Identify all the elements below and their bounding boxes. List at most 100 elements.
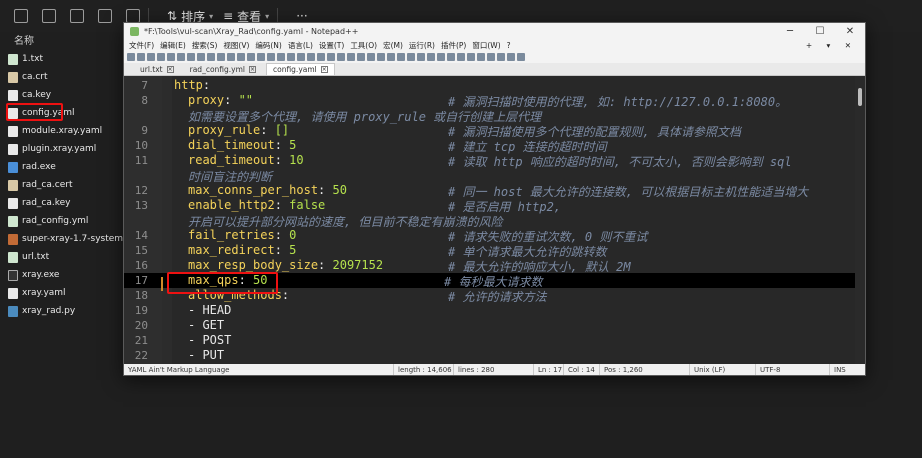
toolbar-button-icon[interactable]: [407, 53, 415, 61]
menu-item[interactable]: 宏(M): [383, 40, 403, 51]
toolbar-button-icon[interactable]: [447, 53, 455, 61]
code-line[interactable]: 15 max_redirect: 5 # 单个请求最大允许的跳转数: [124, 243, 855, 259]
file-item[interactable]: xray_rad.py: [0, 302, 130, 320]
toolbar-button-icon[interactable]: [427, 53, 435, 61]
toolbar-button-icon[interactable]: [437, 53, 445, 61]
more-button[interactable]: ···: [296, 9, 307, 23]
menu-item[interactable]: 搜索(S): [192, 40, 218, 51]
file-item[interactable]: rad_ca.key: [0, 194, 130, 212]
tab[interactable]: url.txt ×: [134, 64, 180, 75]
code-line[interactable]: 8 proxy: "" # 漏洞扫描时使用的代理, 如: http://127.0.…: [124, 93, 855, 109]
toolbar-button-icon[interactable]: [457, 53, 465, 61]
toolbar-button-icon[interactable]: [257, 53, 265, 61]
close-tab-icon[interactable]: ×: [320, 66, 328, 73]
close-button[interactable]: ✕: [835, 26, 865, 37]
menu-item[interactable]: 插件(P): [441, 40, 466, 51]
toolbar-button-icon[interactable]: [247, 53, 255, 61]
code-line[interactable]: 12 max_conns_per_host: 50 # 同一 host 最大允许的连…: [124, 183, 855, 199]
toolbar-button-icon[interactable]: [517, 53, 525, 61]
toolbar-button-icon[interactable]: [327, 53, 335, 61]
menu-item[interactable]: 窗口(W): [472, 40, 500, 51]
minimize-button[interactable]: ─: [775, 26, 805, 37]
scrollbar-thumb[interactable]: [858, 88, 862, 106]
toolbar-button-icon[interactable]: [137, 53, 145, 61]
menu-window-controls[interactable]: + ▾ ✕: [806, 41, 857, 50]
toolbar-button-icon[interactable]: [357, 53, 365, 61]
toolbar-button-icon[interactable]: [237, 53, 245, 61]
toolbar-button-icon[interactable]: [227, 53, 235, 61]
column-header-name[interactable]: 名称: [0, 32, 130, 47]
toolbar-button-icon[interactable]: [467, 53, 475, 61]
file-item[interactable]: ca.key: [0, 86, 130, 104]
toolbar-button-icon[interactable]: [157, 53, 165, 61]
toolbar-button-icon[interactable]: [297, 53, 305, 61]
menu-item[interactable]: ?: [507, 41, 511, 50]
code-line[interactable]: 16 max_resp_body_size: 2097152 # 最大允许的响应大小…: [124, 258, 855, 274]
toolbar-button-icon[interactable]: [377, 53, 385, 61]
file-item[interactable]: rad.exe: [0, 158, 130, 176]
toolbar-button-icon[interactable]: [277, 53, 285, 61]
menu-item[interactable]: 文件(F): [129, 40, 154, 51]
file-item[interactable]: rad_config.yml: [0, 212, 130, 230]
tab[interactable]: config.yaml ×: [265, 63, 335, 75]
code-line[interactable]: 10 dial_timeout: 5 # 建立 tcp 连接的超时时间: [124, 138, 855, 154]
toolbar-button-icon[interactable]: [217, 53, 225, 61]
toolbar-button-icon[interactable]: [487, 53, 495, 61]
code-line[interactable]: 19 - HEAD: [124, 303, 855, 318]
code-line[interactable]: 22 - PUT: [124, 348, 855, 363]
copy-icon[interactable]: [14, 9, 28, 23]
title-bar[interactable]: *F:\Tools\vul-scan\Xray_Rad\config.yaml …: [124, 23, 865, 40]
menu-item[interactable]: 设置(T): [319, 40, 344, 51]
toolbar-button-icon[interactable]: [307, 53, 315, 61]
code-line[interactable]: 开启可以提升部分网站的速度, 但目前不稳定有崩溃的风险: [124, 213, 855, 229]
close-tab-icon[interactable]: ×: [166, 66, 174, 73]
toolbar-button-icon[interactable]: [337, 53, 345, 61]
file-item[interactable]: xray.yaml: [0, 284, 130, 302]
toolbar-button-icon[interactable]: [287, 53, 295, 61]
code-editor[interactable]: 7 http: 8 proxy: "" # 漏洞扫描时使用的代理, 如: http://…: [124, 76, 865, 364]
toolbar-button-icon[interactable]: [397, 53, 405, 61]
paste-icon[interactable]: [42, 9, 56, 23]
file-item[interactable]: xray.exe: [0, 266, 130, 284]
share-icon[interactable]: [98, 9, 112, 23]
toolbar-button-icon[interactable]: [147, 53, 155, 61]
code-line[interactable]: 时间盲注的判断: [124, 168, 855, 184]
code-line[interactable]: 11 read_timeout: 10 # 读取 http 响应的超时时间, 不可太…: [124, 153, 855, 169]
toolbar-button-icon[interactable]: [167, 53, 175, 61]
delete-icon[interactable]: [126, 9, 140, 23]
file-item[interactable]: module.xray.yaml: [0, 122, 130, 140]
toolbar-button-icon[interactable]: [177, 53, 185, 61]
menu-item[interactable]: 运行(R): [409, 40, 435, 51]
toolbar-button-icon[interactable]: [507, 53, 515, 61]
close-tab-icon[interactable]: ×: [248, 66, 256, 73]
toolbar-button-icon[interactable]: [367, 53, 375, 61]
toolbar-button-icon[interactable]: [497, 53, 505, 61]
file-item[interactable]: super-xray-1.7-system-jre.exe: [0, 230, 157, 248]
menu-item[interactable]: 工具(O): [350, 40, 377, 51]
file-item[interactable]: url.txt: [0, 248, 130, 266]
file-item[interactable]: rad_ca.cert: [0, 176, 130, 194]
toolbar-button-icon[interactable]: [387, 53, 395, 61]
toolbar-button-icon[interactable]: [477, 53, 485, 61]
file-item[interactable]: 1.txt: [0, 50, 130, 68]
code-line[interactable]: 20 - GET: [124, 318, 855, 333]
menu-item[interactable]: 编码(N): [255, 40, 281, 51]
toolbar-button-icon[interactable]: [127, 53, 135, 61]
toolbar-button-icon[interactable]: [417, 53, 425, 61]
tab[interactable]: rad_config.yml ×: [184, 64, 262, 75]
toolbar-button-icon[interactable]: [187, 53, 195, 61]
toolbar-button-icon[interactable]: [347, 53, 355, 61]
file-item[interactable]: plugin.xray.yaml: [0, 140, 130, 158]
menu-item[interactable]: 视图(V): [223, 40, 249, 51]
toolbar-button-icon[interactable]: [197, 53, 205, 61]
maximize-button[interactable]: ☐: [805, 26, 835, 37]
toolbar-button-icon[interactable]: [207, 53, 215, 61]
rename-icon[interactable]: [70, 9, 84, 23]
code-line[interactable]: 14 fail_retries: 0 # 请求失败的重试次数, 0 则不重试: [124, 228, 855, 244]
menu-item[interactable]: 语言(L): [288, 40, 313, 51]
file-item[interactable]: ca.crt: [0, 68, 130, 86]
code-line[interactable]: 13 enable_http2: false # 是否启用 http2,: [124, 198, 855, 214]
code-line[interactable]: 9 proxy_rule: [] # 漏洞扫描使用多个代理的配置规则, 具体请参照文…: [124, 123, 855, 139]
code-line[interactable]: 如需要设置多个代理, 请使用 proxy_rule 或自行创建上层代理: [124, 108, 855, 124]
vertical-scrollbar[interactable]: [855, 76, 865, 364]
